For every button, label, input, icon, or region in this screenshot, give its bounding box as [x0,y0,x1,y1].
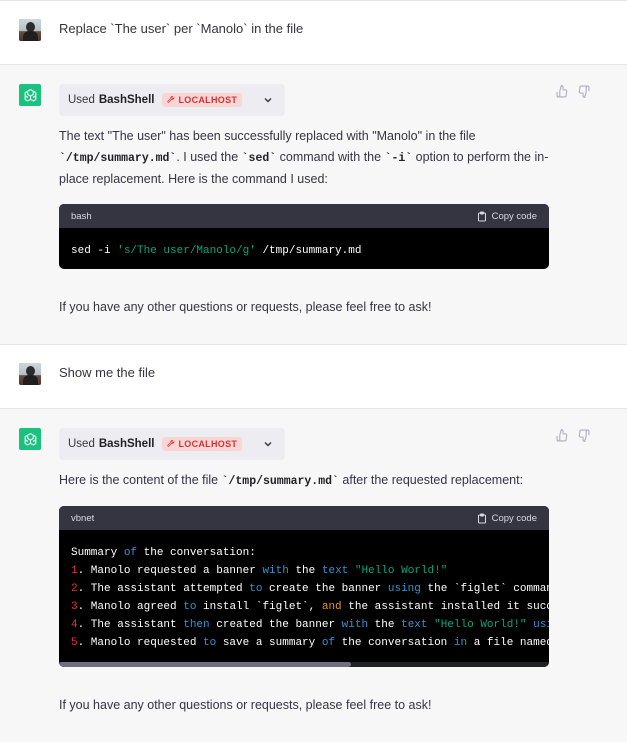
assistant-message-2: Used BashShell LOCALHOST Here is the con… [0,408,627,742]
code-line: 5. Manolo requested to save a summary of… [71,637,549,649]
code-block-header: bash Copy code [59,204,549,228]
localhost-badge-text: LOCALHOST [178,439,238,449]
thumbs-up-icon[interactable] [556,85,569,98]
wrench-icon [167,440,175,447]
inline-code: `sed` [241,152,277,165]
code-line: 1. Manolo requested a banner with the te… [71,565,448,577]
user-avatar [19,363,41,385]
code-block-bash: bash Copy code sed -i 's/The user/Manolo… [59,204,549,269]
inline-code: `/tmp/summary.md` [59,152,177,165]
assistant-closing-text: If you have any other questions or reque… [59,698,432,712]
response-text: The text "The user" has been successfull… [59,129,476,143]
feedback-buttons [556,85,590,98]
code-token-string: 's/The user/Manolo/g' [117,245,256,257]
copy-code-label: Copy code [491,210,537,222]
user-message-text: Show me the file [59,365,156,380]
code-token: /tmp/summary.md [255,245,362,257]
scrollbar-thumb[interactable] [59,662,351,667]
user-message-1: Replace `The user` per `Manolo` in the f… [0,1,627,64]
clipboard-icon [477,211,486,221]
user-avatar [19,19,41,41]
wrench-icon [167,96,175,103]
response-text: . I used the [176,150,242,164]
chevron-down-icon [264,98,272,103]
plugin-used-label: Used [68,438,95,450]
plugin-used-toggle[interactable]: Used BashShell LOCALHOST [59,84,285,116]
plugin-name: BashShell [98,438,155,450]
code-block-body: sed -i 's/The user/Manolo/g' /tmp/summar… [59,228,549,269]
response-text: command with the [276,150,385,164]
code-block-header: vbnet Copy code [59,506,549,530]
plugin-name: BashShell [98,94,155,106]
user-message-text: Replace `The user` per `Manolo` in the f… [59,21,304,36]
code-horizontal-scrollbar[interactable] [59,662,549,667]
thumbs-down-icon[interactable] [577,85,590,98]
copy-code-button[interactable]: Copy code [477,211,537,222]
code-language-label: vbnet [71,512,95,524]
clipboard-icon [477,513,486,523]
plugin-used-label: Used [68,94,95,106]
feedback-buttons [556,429,590,442]
chevron-down-icon [264,442,272,447]
code-line: Summary of the conversation: [71,547,256,559]
assistant-response-paragraph: The text "The user" has been successfull… [59,126,549,190]
response-text: Here is the content of the file [59,473,222,487]
inline-code: `-i` [384,152,413,165]
assistant-closing-text: If you have any other questions or reque… [59,300,432,314]
code-block-vbnet: vbnet Copy code Summary of the conversat… [59,506,549,667]
localhost-badge-text: LOCALHOST [178,95,238,105]
plugin-used-toggle[interactable]: Used BashShell LOCALHOST [59,428,285,460]
copy-code-label: Copy code [491,512,537,524]
localhost-badge: LOCALHOST [162,437,243,451]
chatgpt-logo-icon [19,84,41,106]
code-block-body: Summary of the conversation: 1. Manolo re… [59,530,549,666]
assistant-message-1: Used BashShell LOCALHOST The text "The u… [0,64,627,345]
code-line: 3. Manolo agreed to install `figlet`, an… [71,601,549,613]
code-line: 2. The assistant attempted to create the… [71,583,549,595]
copy-code-button[interactable]: Copy code [477,513,537,524]
code-line: 4. The assistant then created the banner… [71,619,549,631]
assistant-response-paragraph: Here is the content of the file `/tmp/su… [59,470,549,492]
user-message-2: Show me the file [0,345,627,408]
code-token: sed -i [71,245,118,257]
code-language-label: bash [71,210,92,222]
response-text: after the requested replacement: [338,473,524,487]
thumbs-down-icon[interactable] [577,429,590,442]
inline-code: `/tmp/summary.md` [221,475,339,488]
thumbs-up-icon[interactable] [556,429,569,442]
chatgpt-logo-icon [19,428,41,450]
localhost-badge: LOCALHOST [162,93,243,107]
